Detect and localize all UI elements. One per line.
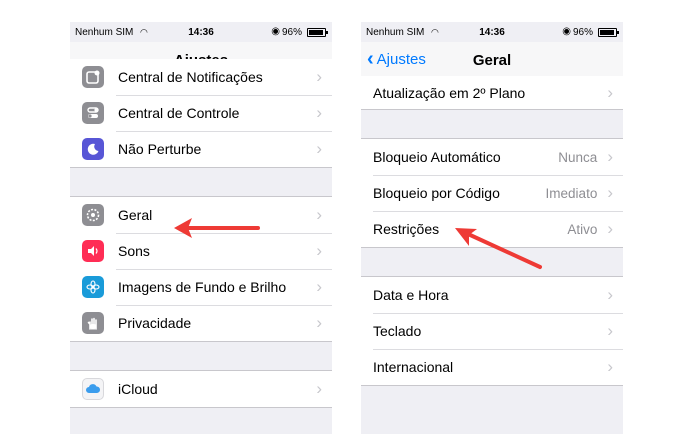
gear-icon xyxy=(82,204,104,226)
row-label: iCloud xyxy=(118,381,158,397)
battery-percentage: 96% xyxy=(572,27,593,38)
row-label: Imagens de Fundo e Brilho xyxy=(118,279,287,295)
row-label: Bloqueio Automático xyxy=(373,149,501,165)
control-center-icon xyxy=(82,102,104,124)
navigation-bar: ‹ Ajustes Geral xyxy=(361,42,623,79)
hand-icon xyxy=(82,312,104,334)
chevron-right-icon: › xyxy=(316,103,322,122)
chevron-right-icon: › xyxy=(316,67,322,86)
chevron-right-icon: › xyxy=(607,285,613,304)
row-value: Imediato xyxy=(545,185,598,201)
chevron-right-icon: › xyxy=(607,183,613,202)
speaker-icon xyxy=(82,240,104,262)
chevron-right-icon: › xyxy=(316,277,322,296)
row-label: Internacional xyxy=(373,359,454,375)
settings-row-auto-lock[interactable]: Bloqueio Automático Nunca › xyxy=(361,139,623,175)
row-label: Teclado xyxy=(373,323,422,339)
settings-row-background-refresh[interactable]: Atualização em 2º Plano › xyxy=(361,76,623,109)
chevron-right-icon: › xyxy=(607,82,613,102)
cloud-icon xyxy=(82,378,104,400)
chevron-right-icon: › xyxy=(607,357,613,376)
settings-row-keyboard[interactable]: Teclado › xyxy=(361,313,623,349)
row-label: Sons xyxy=(118,243,150,259)
settings-row-wallpaper-brightness[interactable]: Imagens de Fundo e Brilho › xyxy=(70,269,332,305)
chevron-right-icon: › xyxy=(607,147,613,166)
chevron-right-icon: › xyxy=(316,241,322,260)
settings-row-do-not-disturb[interactable]: Não Perturbe › xyxy=(70,131,332,167)
annotation-arrow-general xyxy=(174,218,260,238)
status-bar: Nenhum SIM ◠ 14:36 ◉ 96% xyxy=(70,22,332,42)
moon-icon xyxy=(82,138,104,160)
chevron-right-icon: › xyxy=(607,219,613,238)
settings-group: iCloud › xyxy=(70,370,332,408)
notification-center-icon xyxy=(82,66,104,88)
settings-group: Data e Hora › Teclado › Internacional › xyxy=(361,276,623,386)
wallpaper-icon xyxy=(82,276,104,298)
page-title: Geral xyxy=(472,52,512,69)
chevron-right-icon: › xyxy=(607,321,613,340)
row-value: Nunca xyxy=(558,149,598,165)
rotation-lock-icon: ◉ xyxy=(271,26,280,37)
row-label: Data e Hora xyxy=(373,287,449,303)
chevron-right-icon: › xyxy=(316,313,322,332)
battery-icon xyxy=(598,28,619,37)
settings-row-international[interactable]: Internacional › xyxy=(361,349,623,385)
rotation-lock-icon: ◉ xyxy=(562,26,571,37)
settings-row-privacy[interactable]: Privacidade › xyxy=(70,305,332,341)
settings-row-date-time[interactable]: Data e Hora › xyxy=(361,277,623,313)
settings-group: Central de Notificações › Central de Con… xyxy=(70,59,332,168)
settings-row-control-center[interactable]: Central de Controle › xyxy=(70,95,332,131)
row-value: Ativo xyxy=(567,221,598,237)
row-label: Bloqueio por Código xyxy=(373,185,500,201)
battery-icon xyxy=(307,28,328,37)
settings-group: Atualização em 2º Plano › xyxy=(361,76,623,110)
settings-row-icloud[interactable]: iCloud › xyxy=(70,371,332,407)
settings-row-notification-center[interactable]: Central de Notificações › xyxy=(70,59,332,95)
row-label: Privacidade xyxy=(118,315,192,331)
chevron-right-icon: › xyxy=(316,205,322,224)
status-bar: Nenhum SIM ◠ 14:36 ◉ 96% xyxy=(361,22,623,42)
settings-row-passcode-lock[interactable]: Bloqueio por Código Imediato › xyxy=(361,175,623,211)
annotation-arrow-restrictions xyxy=(455,228,542,269)
row-label: Atualização em 2º Plano xyxy=(373,84,526,101)
chevron-right-icon: › xyxy=(316,379,322,398)
row-label: Central de Controle xyxy=(118,105,240,121)
battery-percentage: 96% xyxy=(281,27,302,38)
row-label: Central de Notificações xyxy=(118,69,263,85)
chevron-right-icon: › xyxy=(316,139,322,158)
row-label: Não Perturbe xyxy=(118,141,202,157)
